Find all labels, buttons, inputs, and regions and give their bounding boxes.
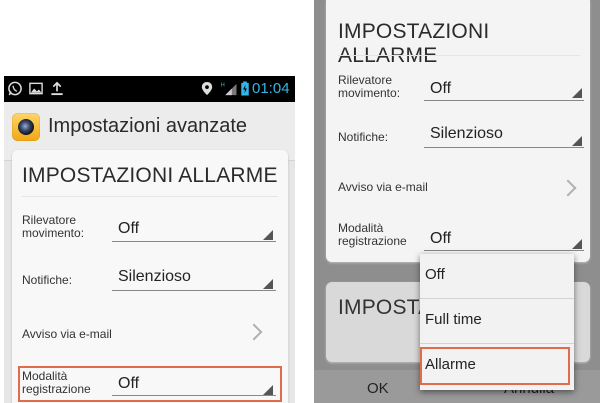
email-alert-label[interactable]: Avviso via e-mail [338, 181, 428, 194]
chevron-right-icon[interactable] [559, 179, 577, 197]
notifications-label: Notifiche: [22, 273, 73, 287]
notifications-value[interactable]: Silenzioso [430, 125, 503, 143]
status-bar: H 01:04 [4, 76, 295, 102]
right-phone-screen: IMPOSTAZIONI ALLARME Rilevatore moviment… [314, 0, 600, 403]
notifications-value[interactable]: Silenzioso [118, 268, 191, 286]
motion-detector-underline [112, 241, 276, 242]
upload-icon [51, 81, 63, 96]
recording-mode-label: Modalità registrazione [338, 221, 407, 248]
signal-icon: H [221, 83, 237, 96]
left-phone-screen: H 01:04 Impostazioni avanzate IMPOSTAZIO… [4, 76, 295, 403]
recording-mode-value[interactable]: Off [118, 375, 139, 393]
recording-mode-underline [424, 250, 584, 251]
motion-detector-label: Rilevatore movimento: [338, 73, 401, 100]
image-icon [29, 82, 43, 95]
section-title: IMPOSTAZIONI ALLARME [338, 20, 490, 67]
dropdown-arrow-icon[interactable] [572, 136, 582, 146]
notifications-label: Notifiche: [338, 130, 389, 144]
notifications-underline [424, 147, 584, 148]
dropdown-arrow-icon[interactable] [572, 239, 582, 249]
whatsapp-icon [8, 81, 22, 96]
recording-mode-label: Modalità registrazione [22, 369, 91, 396]
action-bar-title: Impostazioni avanzate [48, 115, 248, 137]
allarme-highlight [420, 347, 570, 385]
motion-detector-underline [424, 100, 584, 101]
recording-mode-value[interactable]: Off [430, 230, 451, 248]
email-alert-label[interactable]: Avviso via e-mail [22, 328, 112, 341]
svg-text:H: H [221, 83, 225, 89]
chevron-right-icon[interactable] [245, 323, 263, 341]
alarm-settings-card: IMPOSTAZIONI ALLARME Rilevatore moviment… [12, 150, 288, 403]
dropdown-option-off[interactable]: Off [420, 254, 574, 298]
app-camera-icon[interactable] [12, 113, 40, 141]
dropdown-arrow-icon[interactable] [572, 88, 582, 98]
motion-detector-value[interactable]: Off [118, 220, 139, 238]
recording-mode-underline [112, 395, 276, 396]
option-label: Off [425, 266, 445, 283]
divider [22, 196, 278, 197]
section-title: IMPOSTAZIONI ALLARME [22, 164, 278, 187]
dropdown-arrow-icon[interactable] [263, 385, 273, 395]
dropdown-option-full-time[interactable]: Full time [420, 299, 574, 343]
motion-detector-label: Rilevatore movimento: [22, 213, 85, 240]
dropdown-arrow-icon[interactable] [263, 230, 273, 240]
alarm-settings-card: IMPOSTAZIONI ALLARME Rilevatore moviment… [326, 0, 590, 262]
ok-button[interactable]: OK [367, 380, 389, 397]
location-icon [201, 81, 213, 96]
divider [338, 55, 580, 56]
battery-icon [241, 81, 249, 96]
recording-mode-dropdown: Off Full time Allarme [420, 254, 574, 390]
option-label: Full time [425, 311, 482, 328]
motion-detector-value[interactable]: Off [430, 80, 451, 98]
notifications-underline [112, 290, 276, 291]
clock-time: 01:04 [252, 80, 290, 97]
dropdown-arrow-icon[interactable] [263, 279, 273, 289]
